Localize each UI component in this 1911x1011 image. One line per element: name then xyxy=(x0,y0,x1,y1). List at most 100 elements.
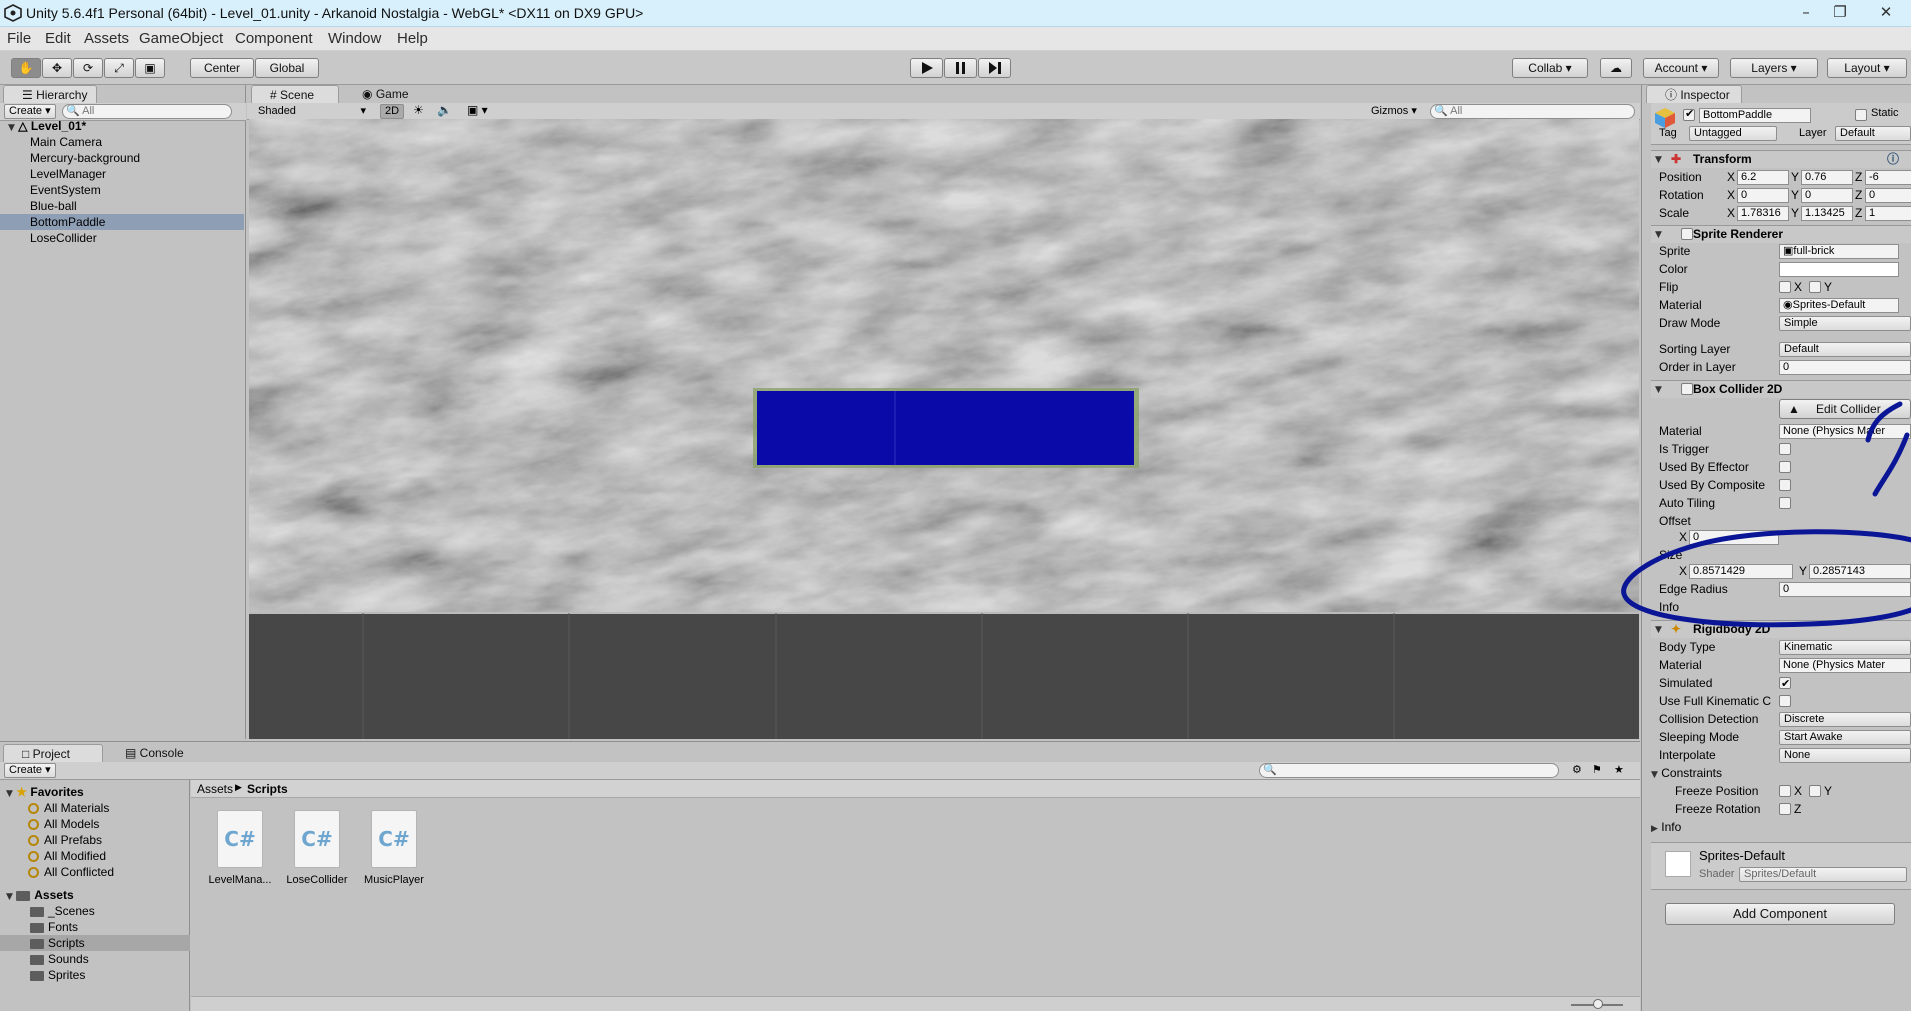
move-tool-icon[interactable]: ✥ xyxy=(42,58,72,78)
restore-icon[interactable]: ❐ xyxy=(1826,2,1854,22)
rb-row-field[interactable]: None (Physics Mater xyxy=(1779,658,1911,673)
transform-value-input[interactable]: -6 xyxy=(1865,170,1911,185)
pivot-center-button[interactable]: Center xyxy=(190,58,254,78)
favorite-item[interactable]: All Prefabs xyxy=(28,832,102,848)
sorting-layer-dropdown[interactable]: Default xyxy=(1779,342,1911,357)
transform-value-input[interactable]: 6.2 xyxy=(1737,170,1789,185)
hierarchy-item[interactable]: Blue-ball xyxy=(0,198,244,214)
transform-value-input[interactable]: 1 xyxy=(1865,206,1911,221)
transform-header[interactable]: ▼ ✚ Transform ⓘ xyxy=(1651,150,1911,168)
rb-row-field[interactable]: Kinematic xyxy=(1779,640,1911,655)
csharp-file-icon[interactable]: C# xyxy=(371,810,417,868)
play-button[interactable] xyxy=(910,58,943,78)
bottom-paddle-sprite[interactable] xyxy=(757,391,1134,465)
menu-component[interactable]: Component xyxy=(235,30,313,47)
rb-checkbox[interactable]: ✔ xyxy=(1779,677,1791,690)
transform-value-input[interactable]: 0.76 xyxy=(1801,170,1853,185)
toggle-2d-button[interactable]: 2D xyxy=(380,104,404,119)
object-active-checkbox[interactable]: ✔ xyxy=(1683,108,1695,121)
transform-value-input[interactable]: 0 xyxy=(1737,188,1789,203)
rect-tool-icon[interactable]: ▣ xyxy=(135,58,165,78)
tab-console[interactable]: ▤ Console xyxy=(107,744,197,762)
layout-dropdown[interactable]: Layout ▾ xyxy=(1827,58,1907,78)
collab-dropdown[interactable]: Collab ▾ xyxy=(1512,58,1588,78)
transform-value-input[interactable]: 1.13425 xyxy=(1801,206,1853,221)
sprite-field[interactable]: ▣full-brick xyxy=(1779,244,1899,259)
menu-window[interactable]: Window xyxy=(328,30,381,47)
hierarchy-item[interactable]: LoseCollider xyxy=(0,230,244,246)
filter-type-icon[interactable]: ⚙ xyxy=(1572,763,1582,776)
rotate-tool-icon[interactable]: ⟳ xyxy=(73,58,103,78)
help-icon[interactable]: ⓘ xyxy=(1887,151,1899,168)
layers-dropdown[interactable]: Layers ▾ xyxy=(1730,58,1818,78)
breadcrumb-root[interactable]: Assets xyxy=(197,782,233,796)
rb-info-row[interactable]: ▶ Info xyxy=(1651,818,1911,836)
hierarchy-search-input[interactable]: 🔍 All xyxy=(62,104,232,119)
color-swatch[interactable] xyxy=(1779,262,1899,277)
step-button[interactable] xyxy=(978,58,1011,78)
cloud-icon[interactable]: ☁ xyxy=(1600,58,1632,78)
menu-help[interactable]: Help xyxy=(397,30,428,47)
sr-material-field[interactable]: ◉Sprites-Default xyxy=(1779,298,1899,313)
draw-mode-dropdown[interactable]: Simple xyxy=(1779,316,1911,331)
hierarchy-item[interactable]: LevelManager xyxy=(0,166,244,182)
static-checkbox[interactable] xyxy=(1855,109,1867,121)
flip-x-checkbox[interactable] xyxy=(1779,281,1791,293)
menu-gameobject[interactable]: GameObject xyxy=(139,30,223,47)
sprite-renderer-header[interactable]: ▼ Sprite Renderer xyxy=(1651,225,1911,243)
constraints-row[interactable]: ▼ Constraints xyxy=(1651,764,1911,782)
file-name[interactable]: MusicPlayer xyxy=(354,874,434,886)
close-icon[interactable]: ✕ xyxy=(1872,2,1900,22)
hierarchy-item[interactable]: EventSystem xyxy=(0,182,244,198)
effects-toggle-icon[interactable]: ▣ ▾ xyxy=(467,103,488,117)
favorites-header[interactable]: ▼ ★ Favorites xyxy=(6,784,84,800)
layer-dropdown[interactable]: Default xyxy=(1835,126,1911,141)
flip-y-checkbox[interactable] xyxy=(1809,281,1821,293)
pause-button[interactable] xyxy=(944,58,977,78)
menu-edit[interactable]: Edit xyxy=(45,30,71,47)
project-create-button[interactable]: Create ▾ xyxy=(4,763,56,778)
minimize-icon[interactable]: – xyxy=(1792,2,1820,22)
folder-item[interactable]: Fonts xyxy=(0,919,190,935)
hierarchy-item[interactable]: BottomPaddle xyxy=(0,214,244,230)
rb-row-field[interactable]: Discrete xyxy=(1779,712,1911,727)
shader-dropdown[interactable]: Sprites/Default xyxy=(1739,867,1907,882)
shading-mode-dropdown[interactable]: Shaded ▾ xyxy=(253,104,371,119)
favorite-item[interactable]: All Materials xyxy=(28,800,109,816)
icon-size-slider-thumb[interactable] xyxy=(1593,999,1603,1009)
scene-viewport[interactable] xyxy=(249,119,1639,739)
add-component-button[interactable]: Add Component xyxy=(1665,903,1895,925)
file-name[interactable]: LoseCollider xyxy=(277,874,357,886)
breadcrumb-current[interactable]: Scripts xyxy=(247,782,288,796)
favorite-item[interactable]: All Modified xyxy=(28,848,106,864)
folder-item[interactable]: Sprites xyxy=(0,967,190,983)
assets-header[interactable]: ▼ Assets xyxy=(6,887,74,903)
gizmos-dropdown[interactable]: Gizmos ▾ xyxy=(1371,104,1417,117)
rb-row-field[interactable]: Start Awake xyxy=(1779,730,1911,745)
tab-game[interactable]: ◉ Game xyxy=(344,85,414,103)
hand-tool-icon[interactable]: ✋ xyxy=(11,58,41,78)
tab-project[interactable]: □ Project xyxy=(3,744,103,762)
hierarchy-create-button[interactable]: Create ▾ xyxy=(4,104,56,119)
project-search-input[interactable]: 🔍 xyxy=(1259,763,1559,778)
rb-row-field[interactable]: None xyxy=(1779,748,1911,763)
favorite-star-icon[interactable]: ★ xyxy=(1614,763,1624,776)
scene-root[interactable]: ▼ △ Level_01* xyxy=(0,118,244,134)
order-input[interactable]: 0 xyxy=(1779,360,1911,375)
tab-hierarchy[interactable]: ☰ Hierarchy xyxy=(3,85,97,103)
csharp-file-icon[interactable]: C# xyxy=(217,810,263,868)
folder-item[interactable]: _Scenes xyxy=(0,903,190,919)
sprite-renderer-enabled-checkbox[interactable] xyxy=(1681,228,1693,240)
rb-checkbox[interactable] xyxy=(1779,695,1791,707)
pivot-global-button[interactable]: Global xyxy=(255,58,319,78)
tag-dropdown[interactable]: Untagged xyxy=(1689,126,1777,141)
audio-toggle-icon[interactable]: 🔈 xyxy=(437,103,452,117)
filter-label-icon[interactable]: ⚑ xyxy=(1592,763,1602,776)
transform-value-input[interactable]: 0 xyxy=(1865,188,1911,203)
hierarchy-item[interactable]: Mercury-background xyxy=(0,150,244,166)
transform-value-input[interactable]: 0 xyxy=(1801,188,1853,203)
csharp-file-icon[interactable]: C# xyxy=(294,810,340,868)
tab-scene[interactable]: # Scene xyxy=(251,85,339,103)
scene-search-input[interactable]: 🔍 All xyxy=(1430,104,1635,119)
favorite-item[interactable]: All Conflicted xyxy=(28,864,114,880)
